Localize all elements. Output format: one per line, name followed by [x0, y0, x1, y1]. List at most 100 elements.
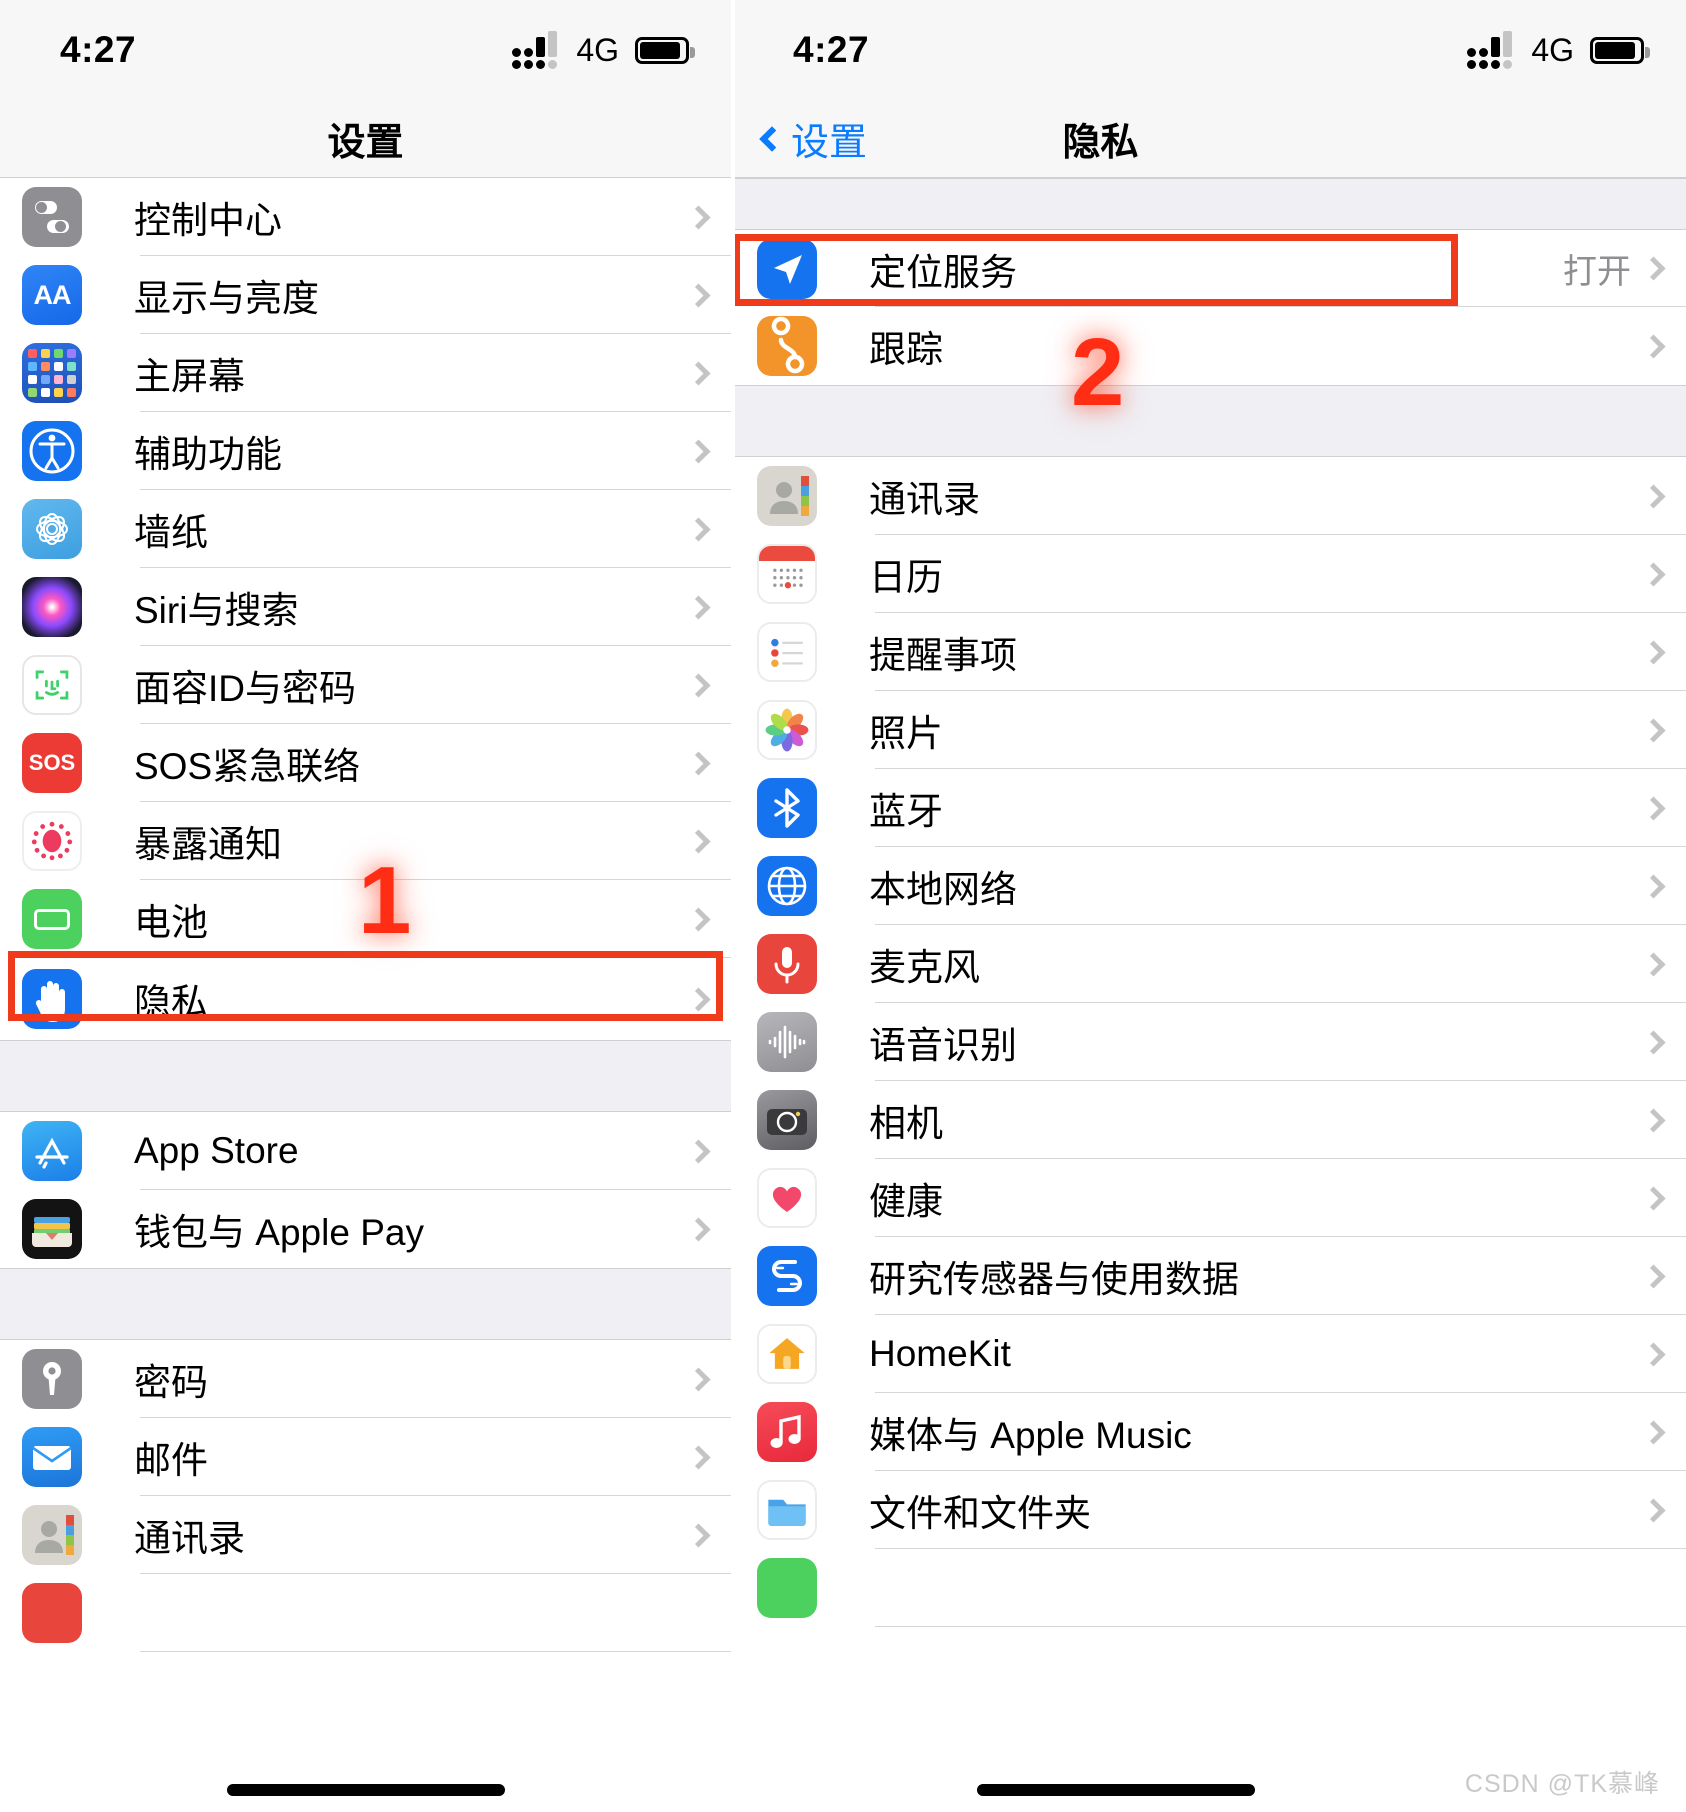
apple-music-icon	[757, 1402, 817, 1462]
reminders-partial-icon	[22, 1583, 82, 1643]
chevron-right-icon	[686, 828, 711, 854]
privacy-row-reminders[interactable]: 提醒事项	[735, 613, 1686, 691]
accessibility-glyph	[29, 428, 75, 474]
privacy-row-microphone[interactable]: 麦克风	[735, 925, 1686, 1003]
chevron-left-icon	[759, 125, 785, 152]
emergency-sos-icon: SOS	[22, 733, 82, 793]
privacy-row-camera[interactable]: 相机	[735, 1081, 1686, 1159]
row-label: 健康	[869, 1181, 943, 1222]
privacy-row-files-folders[interactable]: 文件和文件夹	[735, 1471, 1686, 1549]
contact-card-glyph	[35, 1515, 74, 1555]
chevron-right-icon	[1641, 1029, 1666, 1055]
signal-bars-icon	[1467, 31, 1515, 69]
chevron-right-icon	[686, 1138, 711, 1164]
settings-row-emergency-sos[interactable]: SOS SOS紧急联络	[0, 724, 731, 802]
chevron-right-icon	[1641, 561, 1666, 587]
row-label: 隐私	[134, 982, 208, 1023]
chevron-right-icon	[686, 282, 711, 308]
camera-glyph	[767, 1109, 807, 1135]
settings-row-mail[interactable]: 邮件	[0, 1418, 731, 1496]
exposure-notification-icon	[22, 811, 82, 871]
globe-glyph	[767, 866, 807, 906]
privacy-row-partial[interactable]	[735, 1549, 1686, 1627]
privacy-row-local-network[interactable]: 本地网络	[735, 847, 1686, 925]
row-label: Siri与搜索	[134, 590, 299, 631]
passwords-key-icon	[22, 1349, 82, 1409]
research-sensor-icon	[757, 1246, 817, 1306]
row-label: HomeKit	[869, 1333, 1011, 1374]
face-id-glyph	[35, 670, 69, 700]
settings-row-face-id[interactable]: 面容ID与密码	[0, 646, 731, 724]
waveform-glyph	[768, 1025, 806, 1059]
privacy-row-health[interactable]: 健康	[735, 1159, 1686, 1237]
row-label: 通讯录	[134, 1518, 245, 1559]
chevron-right-icon	[686, 438, 711, 464]
privacy-row-homekit[interactable]: HomeKit	[735, 1315, 1686, 1393]
network-type-label: 4G	[576, 31, 619, 68]
row-label: 主屏幕	[134, 356, 245, 397]
row-label: 研究传感器与使用数据	[869, 1259, 1239, 1300]
app-store-glyph	[35, 1137, 69, 1169]
privacy-row-location-services[interactable]: 定位服务 打开	[735, 230, 1686, 307]
settings-row-siri-search[interactable]: Siri与搜索	[0, 568, 731, 646]
privacy-row-bluetooth[interactable]: 蓝牙	[735, 769, 1686, 847]
camera-icon	[757, 1090, 817, 1150]
privacy-row-apple-music[interactable]: 媒体与 Apple Music	[735, 1393, 1686, 1471]
chevron-right-icon	[1641, 873, 1666, 899]
back-button[interactable]: 设置	[759, 111, 868, 166]
privacy-row-speech-recognition[interactable]: 语音识别	[735, 1003, 1686, 1081]
row-label: 语音识别	[869, 1025, 1017, 1066]
settings-row-partial[interactable]	[0, 1574, 731, 1652]
chevron-right-icon	[1641, 333, 1666, 359]
privacy-row-calendar[interactable]: 日历	[735, 535, 1686, 613]
settings-row-contacts[interactable]: 通讯录	[0, 1496, 731, 1574]
speech-recognition-icon	[757, 1012, 817, 1072]
settings-row-wallet-apple-pay[interactable]: 钱包与 Apple Pay	[0, 1190, 731, 1268]
wallet-glyph	[32, 1217, 72, 1247]
back-label: 设置	[791, 122, 868, 164]
chevron-right-icon	[686, 906, 711, 932]
step-marker-2: 2	[1071, 319, 1125, 426]
homekit-icon	[757, 1324, 817, 1384]
chevron-right-icon	[686, 594, 711, 620]
tracking-icon	[757, 316, 817, 376]
row-label: 照片	[869, 713, 943, 754]
files-folders-icon	[757, 1480, 817, 1540]
status-indicators: 4G	[1467, 31, 1650, 69]
music-note-glyph	[770, 1414, 801, 1448]
chevron-right-icon	[686, 1366, 711, 1392]
wallet-apple-pay-icon	[22, 1199, 82, 1259]
folder-glyph	[768, 1499, 806, 1526]
settings-row-app-store[interactable]: App Store	[0, 1112, 731, 1190]
row-label: 提醒事项	[869, 635, 1017, 676]
row-label: 邮件	[134, 1440, 208, 1481]
settings-row-passwords[interactable]: 密码	[0, 1340, 731, 1418]
mail-icon	[22, 1427, 82, 1487]
row-label: 钱包与 Apple Pay	[134, 1212, 424, 1253]
settings-screen: 4:27 4G 设置 控制中心 AA 显示与亮度 主屏幕 辅助功能 墙纸 Sir…	[0, 0, 731, 1812]
settings-row-accessibility[interactable]: 辅助功能	[0, 412, 731, 490]
exposure-glyph	[31, 821, 73, 861]
privacy-row-photos[interactable]: 照片	[735, 691, 1686, 769]
settings-row-control-center[interactable]: 控制中心	[0, 178, 731, 256]
privacy-row-contacts[interactable]: 通讯录	[735, 457, 1686, 535]
settings-row-display-brightness[interactable]: AA 显示与亮度	[0, 256, 731, 334]
battery-icon	[1590, 36, 1650, 64]
chevron-right-icon	[1641, 1263, 1666, 1289]
privacy-row-research-sensor[interactable]: 研究传感器与使用数据	[735, 1237, 1686, 1315]
status-indicators: 4G	[512, 31, 695, 69]
nav-bar-left: 设置	[0, 100, 731, 178]
row-label: 面容ID与密码	[134, 668, 356, 709]
settings-row-home-screen[interactable]: 主屏幕	[0, 334, 731, 412]
chevron-right-icon	[686, 516, 711, 542]
row-label: 日历	[869, 557, 943, 598]
settings-row-privacy[interactable]: 隐私	[0, 958, 731, 1040]
row-label: 定位服务	[869, 251, 1017, 293]
row-label: 暴露通知	[134, 824, 282, 865]
status-bar-right: 4:27 4G	[735, 0, 1686, 100]
row-label: SOS紧急联络	[134, 746, 361, 787]
privacy-row-tracking[interactable]: 跟踪	[735, 307, 1686, 385]
settings-row-wallpaper[interactable]: 墙纸	[0, 490, 731, 568]
chevron-right-icon	[686, 1444, 711, 1470]
key-glyph	[43, 1362, 61, 1395]
